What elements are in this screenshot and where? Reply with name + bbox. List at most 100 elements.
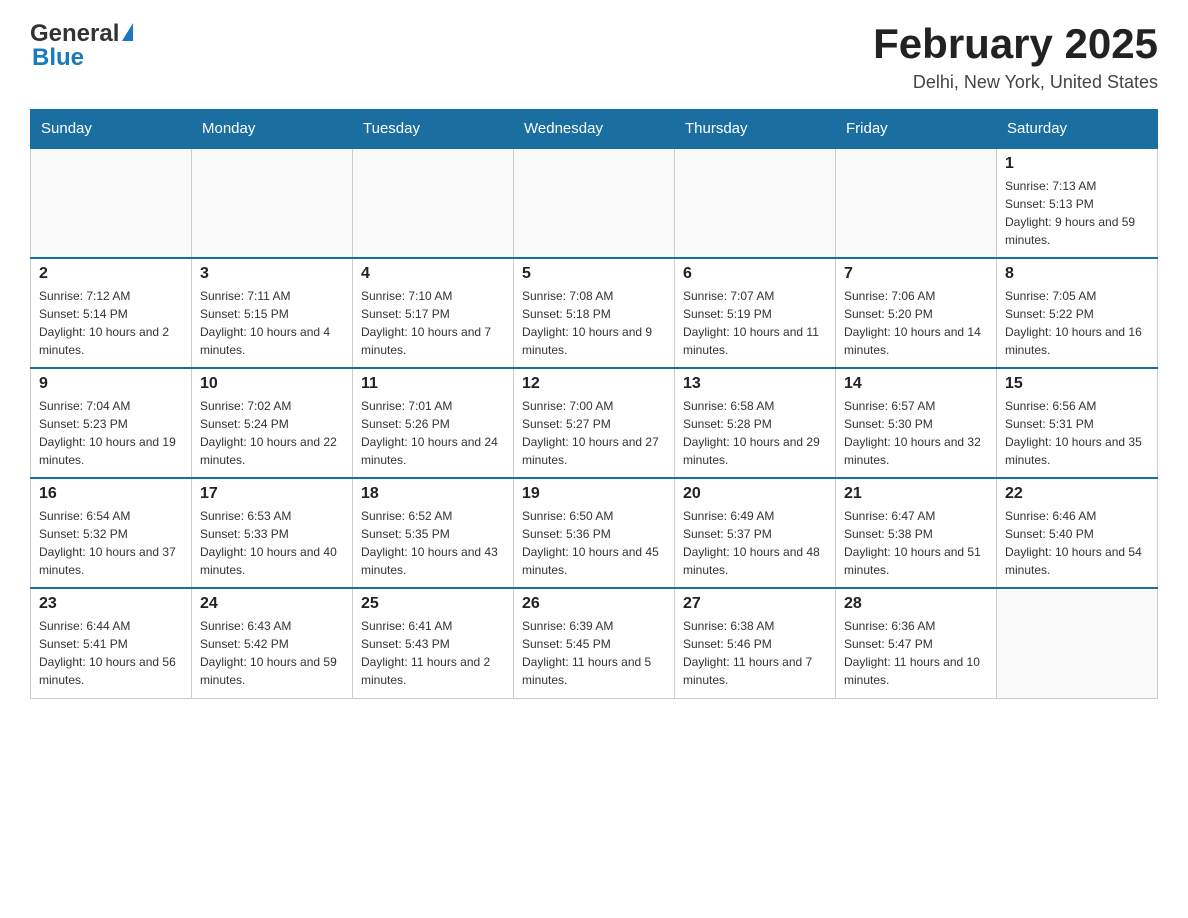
- calendar-cell: 15 Sunrise: 6:56 AM Sunset: 5:31 PM Dayli…: [997, 368, 1158, 478]
- calendar-cell: 3 Sunrise: 7:11 AM Sunset: 5:15 PM Daylig…: [192, 258, 353, 368]
- calendar-cell: 16Sunrise: 6:54 AM Sunset: 5:32 PM Dayli…: [31, 478, 192, 588]
- weekday-header-tuesday: Tuesday: [353, 110, 514, 149]
- title-area: February 2025 Delhi, New York, United St…: [873, 20, 1158, 93]
- calendar-cell: 8 Sunrise: 7:05 AM Sunset: 5:22 PM Daylig…: [997, 258, 1158, 368]
- logo-blue-text: Blue: [32, 44, 84, 72]
- cell-sun-info: Sunrise: 6:49 AM Sunset: 5:37 PM Dayligh…: [683, 507, 827, 579]
- calendar-cell: 4Sunrise: 7:10 AM Sunset: 5:17 PM Daylig…: [353, 258, 514, 368]
- calendar-cell: 6 Sunrise: 7:07 AM Sunset: 5:19 PM Daylig…: [675, 258, 836, 368]
- weekday-header-thursday: Thursday: [675, 110, 836, 149]
- calendar-cell: [675, 148, 836, 258]
- cell-sun-info: Sunrise: 7:01 AM Sunset: 5:26 PM Dayligh…: [361, 397, 505, 469]
- calendar-cell: 2 Sunrise: 7:12 AM Sunset: 5:14 PM Daylig…: [31, 258, 192, 368]
- cell-date-number: 9: [39, 375, 183, 393]
- cell-date-number: 6: [683, 265, 827, 283]
- cell-date-number: 1: [1005, 155, 1149, 173]
- cell-date-number: 5: [522, 265, 666, 283]
- calendar-week-row: 23Sunrise: 6:44 AM Sunset: 5:41 PM Dayli…: [31, 588, 1158, 698]
- cell-date-number: 24: [200, 595, 344, 613]
- calendar-cell: 28 Sunrise: 6:36 AM Sunset: 5:47 PM Dayli…: [836, 588, 997, 698]
- weekday-header-friday: Friday: [836, 110, 997, 149]
- calendar-cell: 13Sunrise: 6:58 AM Sunset: 5:28 PM Dayli…: [675, 368, 836, 478]
- weekday-header-sunday: Sunday: [31, 110, 192, 149]
- calendar-cell: 14 Sunrise: 6:57 AM Sunset: 5:30 PM Dayli…: [836, 368, 997, 478]
- calendar-week-row: 9 Sunrise: 7:04 AM Sunset: 5:23 PM Daylig…: [31, 368, 1158, 478]
- calendar-cell: 11 Sunrise: 7:01 AM Sunset: 5:26 PM Dayli…: [353, 368, 514, 478]
- cell-sun-info: Sunrise: 7:11 AM Sunset: 5:15 PM Dayligh…: [200, 287, 344, 359]
- cell-sun-info: Sunrise: 6:36 AM Sunset: 5:47 PM Dayligh…: [844, 617, 988, 689]
- cell-date-number: 17: [200, 485, 344, 503]
- calendar-cell: [997, 588, 1158, 698]
- calendar-cell: 10Sunrise: 7:02 AM Sunset: 5:24 PM Dayli…: [192, 368, 353, 478]
- weekday-header-row: SundayMondayTuesdayWednesdayThursdayFrid…: [31, 110, 1158, 149]
- weekday-header-wednesday: Wednesday: [514, 110, 675, 149]
- calendar-body: 1Sunrise: 7:13 AM Sunset: 5:13 PM Daylig…: [31, 148, 1158, 698]
- cell-sun-info: Sunrise: 6:53 AM Sunset: 5:33 PM Dayligh…: [200, 507, 344, 579]
- cell-sun-info: Sunrise: 7:05 AM Sunset: 5:22 PM Dayligh…: [1005, 287, 1149, 359]
- cell-date-number: 18: [361, 485, 505, 503]
- cell-date-number: 3: [200, 265, 344, 283]
- cell-sun-info: Sunrise: 6:58 AM Sunset: 5:28 PM Dayligh…: [683, 397, 827, 469]
- cell-sun-info: Sunrise: 6:38 AM Sunset: 5:46 PM Dayligh…: [683, 617, 827, 689]
- calendar-cell: [31, 148, 192, 258]
- calendar-cell: 17 Sunrise: 6:53 AM Sunset: 5:33 PM Dayli…: [192, 478, 353, 588]
- cell-date-number: 15: [1005, 375, 1149, 393]
- cell-date-number: 23: [39, 595, 183, 613]
- cell-sun-info: Sunrise: 7:12 AM Sunset: 5:14 PM Dayligh…: [39, 287, 183, 359]
- page-header: General Blue February 2025 Delhi, New Yo…: [30, 20, 1158, 93]
- cell-sun-info: Sunrise: 6:46 AM Sunset: 5:40 PM Dayligh…: [1005, 507, 1149, 579]
- weekday-header-saturday: Saturday: [997, 110, 1158, 149]
- page-title: February 2025: [873, 20, 1158, 68]
- calendar-week-row: 16Sunrise: 6:54 AM Sunset: 5:32 PM Dayli…: [31, 478, 1158, 588]
- cell-sun-info: Sunrise: 7:08 AM Sunset: 5:18 PM Dayligh…: [522, 287, 666, 359]
- calendar-cell: [353, 148, 514, 258]
- cell-sun-info: Sunrise: 7:10 AM Sunset: 5:17 PM Dayligh…: [361, 287, 505, 359]
- calendar-cell: [514, 148, 675, 258]
- calendar-cell: 12Sunrise: 7:00 AM Sunset: 5:27 PM Dayli…: [514, 368, 675, 478]
- cell-sun-info: Sunrise: 7:04 AM Sunset: 5:23 PM Dayligh…: [39, 397, 183, 469]
- cell-sun-info: Sunrise: 6:43 AM Sunset: 5:42 PM Dayligh…: [200, 617, 344, 689]
- cell-sun-info: Sunrise: 6:47 AM Sunset: 5:38 PM Dayligh…: [844, 507, 988, 579]
- cell-date-number: 25: [361, 595, 505, 613]
- cell-date-number: 14: [844, 375, 988, 393]
- cell-sun-info: Sunrise: 7:06 AM Sunset: 5:20 PM Dayligh…: [844, 287, 988, 359]
- calendar-cell: 19 Sunrise: 6:50 AM Sunset: 5:36 PM Dayli…: [514, 478, 675, 588]
- calendar-cell: 25 Sunrise: 6:41 AM Sunset: 5:43 PM Dayli…: [353, 588, 514, 698]
- calendar-cell: 27 Sunrise: 6:38 AM Sunset: 5:46 PM Dayli…: [675, 588, 836, 698]
- cell-sun-info: Sunrise: 7:00 AM Sunset: 5:27 PM Dayligh…: [522, 397, 666, 469]
- cell-date-number: 2: [39, 265, 183, 283]
- calendar-header: SundayMondayTuesdayWednesdayThursdayFrid…: [31, 110, 1158, 149]
- logo: General Blue: [30, 20, 133, 72]
- cell-sun-info: Sunrise: 6:56 AM Sunset: 5:31 PM Dayligh…: [1005, 397, 1149, 469]
- cell-sun-info: Sunrise: 6:50 AM Sunset: 5:36 PM Dayligh…: [522, 507, 666, 579]
- calendar-cell: [192, 148, 353, 258]
- calendar-cell: 23Sunrise: 6:44 AM Sunset: 5:41 PM Dayli…: [31, 588, 192, 698]
- calendar-cell: 24 Sunrise: 6:43 AM Sunset: 5:42 PM Dayli…: [192, 588, 353, 698]
- cell-date-number: 7: [844, 265, 988, 283]
- cell-date-number: 22: [1005, 485, 1149, 503]
- cell-date-number: 8: [1005, 265, 1149, 283]
- cell-date-number: 28: [844, 595, 988, 613]
- calendar-cell: 26Sunrise: 6:39 AM Sunset: 5:45 PM Dayli…: [514, 588, 675, 698]
- cell-date-number: 21: [844, 485, 988, 503]
- cell-sun-info: Sunrise: 7:07 AM Sunset: 5:19 PM Dayligh…: [683, 287, 827, 359]
- calendar-week-row: 1Sunrise: 7:13 AM Sunset: 5:13 PM Daylig…: [31, 148, 1158, 258]
- cell-date-number: 20: [683, 485, 827, 503]
- calendar-cell: 1Sunrise: 7:13 AM Sunset: 5:13 PM Daylig…: [997, 148, 1158, 258]
- cell-sun-info: Sunrise: 6:41 AM Sunset: 5:43 PM Dayligh…: [361, 617, 505, 689]
- calendar-cell: 20 Sunrise: 6:49 AM Sunset: 5:37 PM Dayli…: [675, 478, 836, 588]
- cell-date-number: 11: [361, 375, 505, 393]
- calendar-cell: 22 Sunrise: 6:46 AM Sunset: 5:40 PM Dayli…: [997, 478, 1158, 588]
- calendar-cell: [836, 148, 997, 258]
- cell-sun-info: Sunrise: 7:02 AM Sunset: 5:24 PM Dayligh…: [200, 397, 344, 469]
- cell-sun-info: Sunrise: 6:52 AM Sunset: 5:35 PM Dayligh…: [361, 507, 505, 579]
- cell-sun-info: Sunrise: 6:39 AM Sunset: 5:45 PM Dayligh…: [522, 617, 666, 689]
- calendar-cell: 7 Sunrise: 7:06 AM Sunset: 5:20 PM Daylig…: [836, 258, 997, 368]
- calendar-cell: 21 Sunrise: 6:47 AM Sunset: 5:38 PM Dayli…: [836, 478, 997, 588]
- cell-date-number: 19: [522, 485, 666, 503]
- calendar-cell: 9 Sunrise: 7:04 AM Sunset: 5:23 PM Daylig…: [31, 368, 192, 478]
- weekday-header-monday: Monday: [192, 110, 353, 149]
- calendar-table: SundayMondayTuesdayWednesdayThursdayFrid…: [30, 109, 1158, 699]
- cell-date-number: 27: [683, 595, 827, 613]
- cell-sun-info: Sunrise: 6:57 AM Sunset: 5:30 PM Dayligh…: [844, 397, 988, 469]
